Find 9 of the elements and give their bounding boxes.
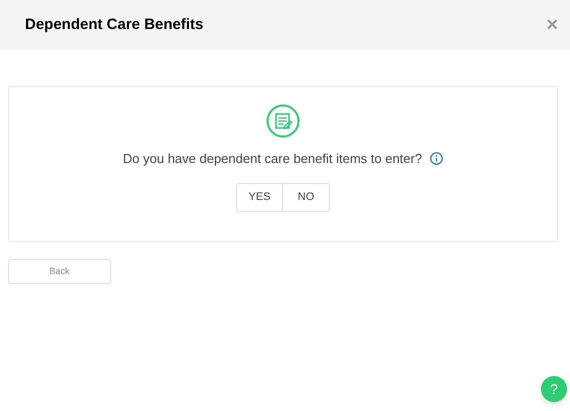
help-button[interactable]: ? bbox=[541, 376, 567, 402]
dialog-title: Dependent Care Benefits bbox=[25, 14, 204, 35]
info-icon[interactable] bbox=[430, 152, 444, 166]
document-edit-icon bbox=[266, 104, 300, 138]
question-text: Do you have dependent care benefit items to enter? bbox=[122, 150, 422, 168]
answer-button[interactable]: YES bbox=[236, 182, 283, 212]
answer-button[interactable]: NO bbox=[283, 182, 330, 212]
back-button[interactable]: Back bbox=[8, 259, 111, 284]
close-button[interactable]: × bbox=[546, 15, 558, 35]
